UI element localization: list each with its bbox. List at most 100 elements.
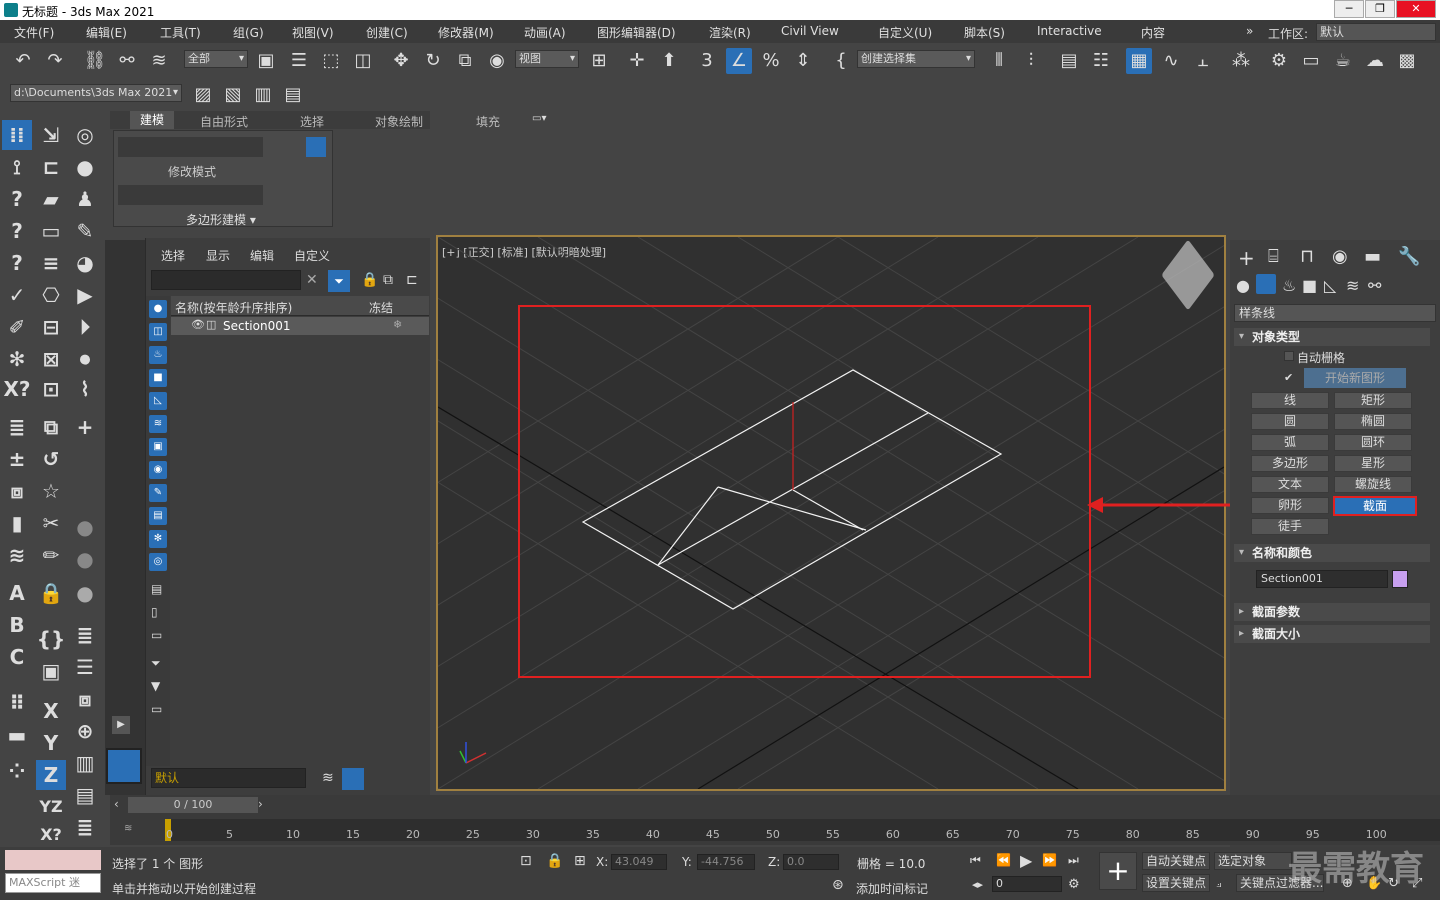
menu-content[interactable]: 内容 [1141, 24, 1165, 41]
named-selection-dropdown[interactable]: 创建选择集 [857, 50, 975, 68]
stack-4-icon[interactable]: ☰ [70, 652, 100, 682]
axis-y-icon[interactable]: Y [36, 728, 66, 758]
xform-icon[interactable]: X? [2, 374, 32, 404]
walker-icon[interactable]: ♟ [70, 184, 100, 214]
cameras-icon[interactable]: ■ [1302, 276, 1317, 295]
select-grid-icon[interactable]: ⁞⁞ [2, 120, 32, 150]
pen-icon[interactable]: ✎ [70, 216, 100, 246]
shape-rectangle-button[interactable]: 矩形 [1334, 392, 1412, 409]
ribbon-tools-row-2[interactable] [118, 185, 263, 205]
menu-graph-editors[interactable]: 图形编辑器(D) [597, 24, 676, 41]
freeze-icon[interactable]: ❄ [393, 318, 402, 331]
time-next-icon[interactable]: › [258, 797, 263, 811]
shape-egg-button[interactable]: 卵形 [1251, 497, 1329, 514]
axis-x-icon[interactable]: X [36, 696, 66, 726]
ribbon-tools-row-1[interactable] [118, 137, 263, 157]
text-c-icon[interactable]: C [2, 642, 32, 672]
layer-dropdown[interactable]: 默认 [151, 768, 306, 788]
se-funnel-icon[interactable]: ⏷ [151, 656, 161, 671]
se-page-icon[interactable]: ▯ [151, 605, 158, 619]
bind-space-warp-icon[interactable]: ≋ [146, 48, 172, 74]
selected-dropdown[interactable]: 选定对象 [1214, 852, 1292, 870]
stack-6-icon[interactable]: ≣ [70, 812, 100, 842]
shapes-icon[interactable]: ● [70, 152, 100, 182]
utilities-tab-icon[interactable]: 🔧 [1398, 246, 1420, 267]
brush-icon[interactable]: ⌇ [70, 374, 100, 404]
axis-z-icon[interactable]: Z [36, 760, 66, 790]
next-frame-icon[interactable]: ⏩ [1042, 853, 1057, 867]
record-icon[interactable]: ⏺ [70, 344, 100, 374]
axis-yz-icon[interactable]: YZ [36, 792, 66, 822]
poly-modeling-dropdown[interactable]: 多边形建模 ▾ [186, 211, 256, 228]
menu-scripting[interactable]: 脚本(S) [964, 24, 1005, 41]
snaps-toggle-icon[interactable]: 3 [694, 48, 720, 74]
lights-icon[interactable]: ♨ [1282, 276, 1296, 295]
x-coord-field[interactable]: 43.049 [611, 854, 667, 870]
text-a-icon[interactable]: A [2, 578, 32, 608]
time-prev-icon[interactable]: ‹ [114, 797, 119, 811]
object-name-input[interactable]: Section001 [1256, 570, 1388, 588]
ribbon-tab-freeform[interactable]: 自由形式 [200, 113, 248, 130]
se-tab-display[interactable]: 显示 [206, 247, 230, 264]
se-bones-icon[interactable]: ✎ [149, 484, 167, 502]
se-tab-edit[interactable]: 编辑 [250, 247, 274, 264]
project-open-icon[interactable]: ▧ [220, 82, 246, 108]
move-icon[interactable]: ✥ [388, 48, 414, 74]
selection-lock-icon[interactable]: 🔒 [546, 853, 563, 869]
object-type-rollout[interactable]: 对象类型 [1234, 328, 1430, 346]
help-2-icon[interactable]: ? [2, 216, 32, 246]
place-icon[interactable]: ◉ [484, 48, 510, 74]
geometry-icon[interactable]: ● [1236, 276, 1250, 295]
rect-selection-icon[interactable]: ⬚ [318, 48, 344, 74]
section-params-rollout[interactable]: 截面参数 [1234, 603, 1430, 621]
rotate-tool-icon[interactable]: ↺ [36, 444, 66, 474]
help-icon[interactable]: ? [2, 184, 32, 214]
material-editor-icon[interactable]: ⁂ [1228, 48, 1254, 74]
se-tab-select[interactable]: 选择 [161, 247, 185, 264]
motion-icon[interactable]: ⊟ [36, 312, 66, 342]
shape-star-button[interactable]: 星形 [1334, 455, 1412, 472]
help-3-icon[interactable]: ? [2, 248, 32, 278]
braces-icon[interactable]: {} [36, 624, 66, 654]
ribbon-tab-modeling[interactable]: 建模 [130, 111, 175, 129]
viewport-config-icon[interactable]: ◎ [70, 120, 100, 150]
add-icon[interactable]: + [70, 412, 100, 442]
shape-arc-button[interactable]: 弧 [1251, 434, 1329, 451]
se-search-input[interactable] [151, 270, 301, 290]
se-groups-icon[interactable]: ▣ [149, 438, 167, 456]
maxscript-listener-top[interactable] [5, 850, 101, 870]
add-time-tag[interactable]: 添加时间标记 [856, 880, 928, 897]
menu-interactive[interactable]: Interactive [1037, 24, 1102, 38]
time-tag-icon[interactable]: ⊛ [832, 877, 844, 893]
motion-tab-icon[interactable]: ◉ [1332, 246, 1348, 267]
se-frozen-icon[interactable]: ✻ [149, 530, 167, 548]
check-icon[interactable]: ✓ [2, 280, 32, 310]
menu-overflow-icon[interactable]: » [1246, 24, 1253, 38]
scissors-icon[interactable]: ✂ [36, 508, 66, 538]
list-add-icon[interactable]: ± [2, 444, 32, 474]
se-layer-icon[interactable]: ⊏ [406, 272, 418, 288]
text-b-icon[interactable]: B [2, 610, 32, 640]
play-icon[interactable]: ▶ [1020, 851, 1032, 870]
se-cameras-icon[interactable]: ■ [149, 369, 167, 387]
project-new-icon[interactable]: ▥ [250, 82, 276, 108]
project-path-dropdown[interactable]: d:\Documents\3ds Max 2021 [10, 84, 182, 102]
select-manipulate-icon[interactable]: ✛ [624, 48, 650, 74]
shape-ngon-button[interactable]: 多边形 [1251, 455, 1329, 472]
render-cloud-icon[interactable]: ☁ [1362, 48, 1388, 74]
sphere-tool-icon[interactable]: ◕ [70, 248, 100, 278]
mirror-icon[interactable]: ⫴ [986, 48, 1012, 74]
dots-circle-icon[interactable]: ⁘ [2, 756, 32, 786]
pivot-center-icon[interactable]: ⊞ [586, 48, 612, 74]
start-new-shape-checkbox[interactable]: ✔ [1284, 371, 1293, 384]
link-icon[interactable]: ⛓ [82, 48, 108, 74]
close-button[interactable]: ✕ [1396, 0, 1436, 18]
folder-icon[interactable]: ▰ [36, 184, 66, 214]
stack-3-icon[interactable]: ≣ [70, 620, 100, 650]
rotate-icon[interactable]: ↻ [420, 48, 446, 74]
workspace-select[interactable]: 默认 [1316, 23, 1436, 41]
render-window-icon[interactable]: ▶ [70, 280, 100, 310]
ref-coord-dropdown[interactable]: 视图 [515, 50, 579, 68]
modify-icon[interactable]: ⎔ [36, 280, 66, 310]
select-by-name-icon[interactable]: ☰ [286, 48, 312, 74]
